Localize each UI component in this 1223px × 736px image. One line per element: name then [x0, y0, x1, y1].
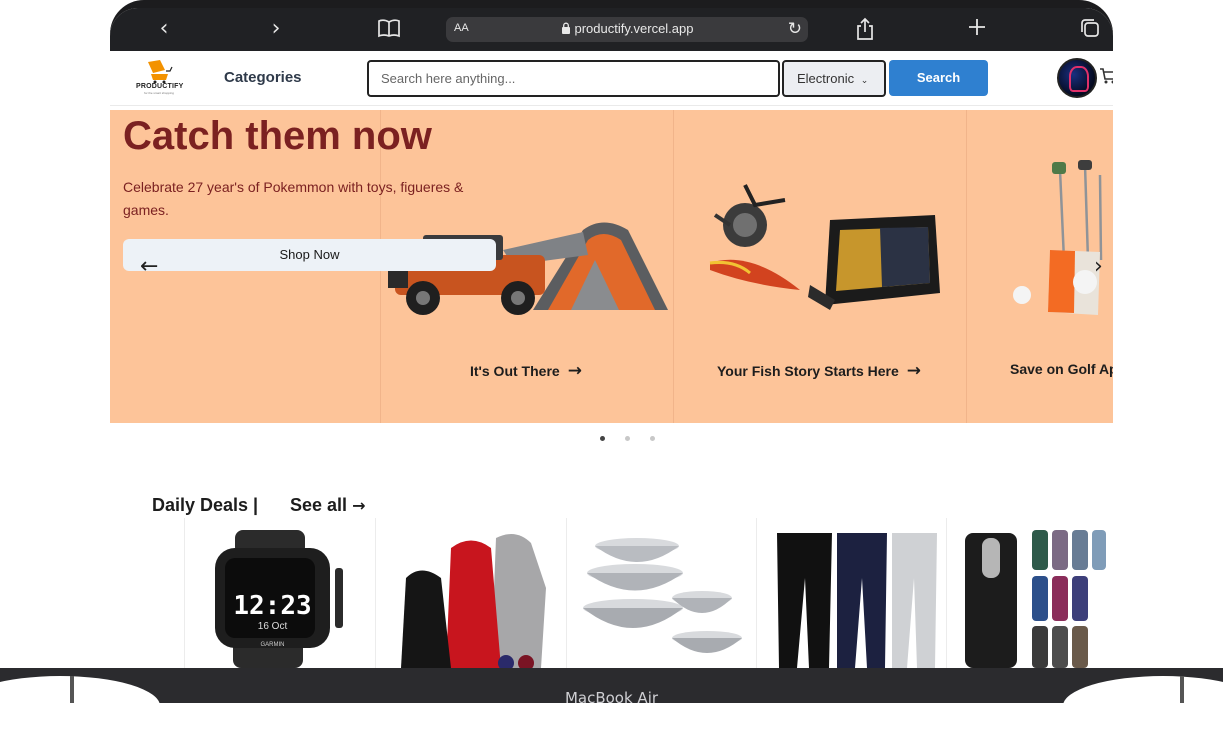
panel-divider: [673, 110, 674, 423]
arrow-right-icon: →: [567, 361, 582, 381]
fishing-gear-image: [709, 184, 940, 310]
panel-caption-fishing[interactable]: Your Fish Story Starts Here →: [717, 361, 921, 381]
url-text: productify.vercel.app: [574, 21, 694, 36]
reload-icon[interactable]: ↻: [788, 19, 802, 39]
plus-icon[interactable]: [964, 17, 990, 41]
hero-title: Catch them now: [123, 114, 432, 158]
daily-deals-title: Daily Deals |: [152, 495, 259, 515]
search-input[interactable]: [367, 60, 780, 97]
shop-now-button[interactable]: Shop Now: [123, 239, 496, 271]
product-image-tumblers: [965, 530, 1106, 668]
avatar-figure: [1069, 66, 1089, 92]
avatar[interactable]: [1057, 58, 1097, 98]
watch-date: 16 Oct: [257, 621, 288, 632]
deal-card-tumblers[interactable]: [946, 518, 1113, 668]
watch-brand: GARMIN: [260, 642, 285, 648]
device-label: MacBook Air: [564, 689, 659, 707]
see-all-link[interactable]: See all →: [290, 495, 365, 516]
carousel-next-icon[interactable]: ›: [1094, 254, 1103, 279]
category-select-value: Electronic: [797, 71, 855, 86]
screen: ‹ › AA productify.vercel.app ↻ PRODUCTIF…: [110, 8, 1113, 668]
category-select[interactable]: Electronic ⌄: [782, 60, 886, 97]
arrow-right-icon: →: [906, 361, 922, 381]
golf-products-image: [1013, 160, 1103, 315]
cart-icon[interactable]: [1099, 67, 1113, 90]
cart-logo-icon: [148, 60, 173, 84]
chevron-down-icon: ⌄: [860, 76, 869, 86]
address-url: productify.vercel.app: [446, 21, 808, 36]
carousel-prev-icon[interactable]: ←: [140, 254, 158, 279]
categories-menu[interactable]: Categories: [224, 69, 302, 86]
panel-caption-outdoor[interactable]: It's Out There →: [470, 361, 582, 381]
search-button[interactable]: Search: [889, 60, 988, 96]
hero-carousel: Catch them now Celebrate 27 year's of Po…: [110, 110, 1113, 423]
carousel-dot[interactable]: [600, 436, 605, 441]
share-icon[interactable]: [852, 17, 878, 41]
tabs-icon[interactable]: [1077, 17, 1103, 41]
deal-card-hoodies[interactable]: [375, 518, 565, 668]
see-all-label: See all: [290, 495, 348, 515]
lock-icon: [561, 22, 570, 34]
deal-card-watch[interactable]: 12:23 16 Oct GARMIN: [184, 518, 374, 668]
panel-caption-text: Save on Golf Ap: [1010, 361, 1113, 377]
book-icon[interactable]: [376, 17, 402, 41]
deal-card-joggers[interactable]: [756, 518, 946, 668]
arrow-right-icon: →: [352, 496, 366, 515]
watch-time: 12:23: [233, 591, 312, 621]
chevron-right-icon[interactable]: ›: [263, 17, 289, 41]
logo-tagline: for the smart shopping: [144, 91, 174, 95]
carousel-dot[interactable]: [625, 436, 630, 441]
hero-subtitle: Celebrate 27 year's of Pokemmon with toy…: [123, 179, 464, 218]
product-image-joggers: [777, 533, 937, 668]
site-logo[interactable]: PRODUCTIFY for the smart shopping: [136, 59, 184, 95]
chevron-left-icon[interactable]: ‹: [151, 17, 177, 41]
product-image-bowls: [583, 538, 742, 653]
carousel-dot[interactable]: [650, 436, 655, 441]
browser-toolbar: ‹ › AA productify.vercel.app ↻: [110, 8, 1113, 51]
deal-card-bowls[interactable]: [566, 518, 756, 668]
panel-caption-text: Your Fish Story Starts Here: [717, 363, 899, 379]
logo-text: PRODUCTIFY: [136, 83, 184, 90]
address-bar[interactable]: AA productify.vercel.app ↻: [446, 17, 808, 42]
panel-caption-golf[interactable]: Save on Golf Ap: [1010, 361, 1113, 377]
product-image-hoodies: [401, 534, 546, 668]
panel-divider: [966, 110, 967, 423]
panel-caption-text: It's Out There: [470, 363, 560, 379]
site-header: PRODUCTIFY for the smart shopping Catego…: [110, 51, 1113, 106]
